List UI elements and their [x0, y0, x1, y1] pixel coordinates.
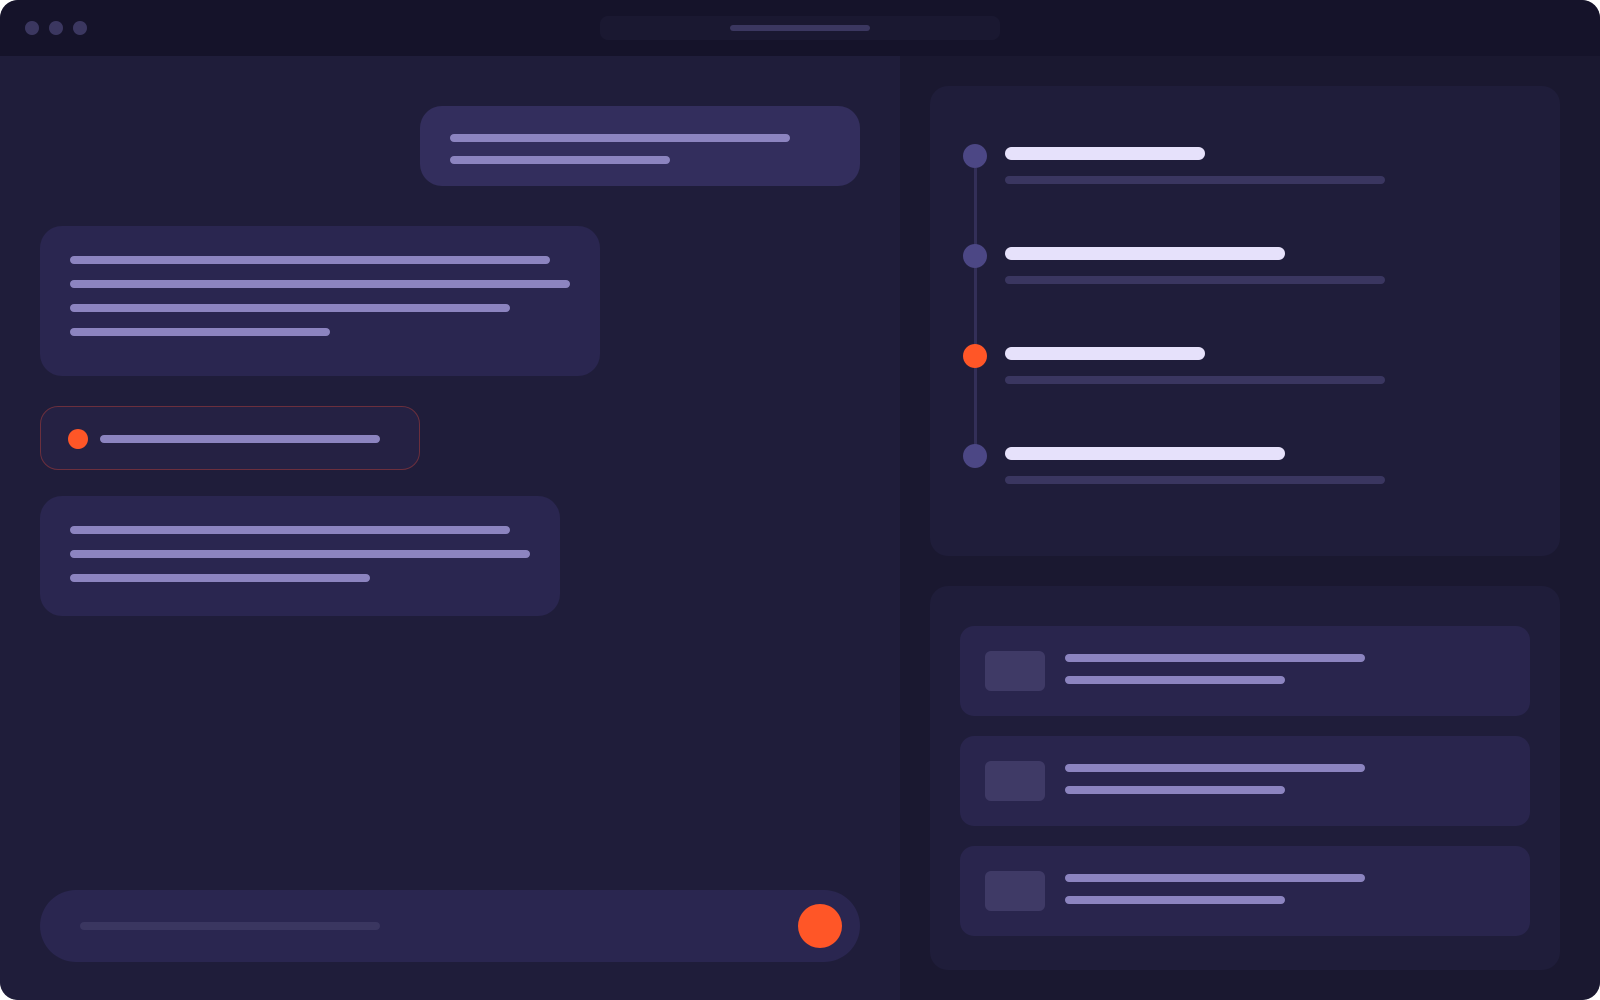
message-composer[interactable] — [40, 890, 860, 962]
file-thumbnail-icon — [985, 761, 1045, 801]
timeline-rail — [974, 168, 977, 458]
timeline-step-detail — [1005, 276, 1385, 284]
window-minimize-icon[interactable] — [49, 21, 63, 35]
send-button[interactable] — [798, 904, 842, 948]
timeline-step-done-icon — [963, 244, 987, 268]
status-indicator-icon — [68, 429, 88, 449]
timeline-step-title[interactable] — [1005, 147, 1205, 160]
timeline-step-active-icon — [963, 344, 987, 368]
timeline-step-title[interactable] — [1005, 447, 1285, 460]
user-message-bubble — [420, 106, 860, 186]
timeline-step-pending-icon — [963, 444, 987, 468]
message-text-line — [70, 550, 530, 558]
file-meta — [1065, 676, 1285, 684]
file-thumbnail-icon — [985, 651, 1045, 691]
title-bar — [0, 0, 1600, 56]
address-bar[interactable] — [600, 16, 1000, 40]
file-name — [1065, 654, 1365, 662]
timeline-step-title[interactable] — [1005, 247, 1285, 260]
message-text-line — [70, 574, 370, 582]
window-close-icon[interactable] — [25, 21, 39, 35]
timeline-step-detail — [1005, 476, 1385, 484]
file-list-item[interactable] — [960, 736, 1530, 826]
file-meta — [1065, 896, 1285, 904]
file-list-item[interactable] — [960, 846, 1530, 936]
message-text-line — [70, 526, 510, 534]
file-list-item[interactable] — [960, 626, 1530, 716]
window-maximize-icon[interactable] — [73, 21, 87, 35]
file-thumbnail-icon — [985, 871, 1045, 911]
app-window — [0, 0, 1600, 1000]
timeline-step-detail — [1005, 176, 1385, 184]
message-text-line — [70, 304, 510, 312]
file-meta — [1065, 786, 1285, 794]
message-text-line — [70, 256, 550, 264]
status-notice — [40, 406, 420, 470]
assistant-message-bubble — [40, 226, 600, 376]
timeline-step-done-icon — [963, 144, 987, 168]
assistant-message-bubble — [40, 496, 560, 616]
timeline-step-title[interactable] — [1005, 347, 1205, 360]
timeline-step-detail — [1005, 376, 1385, 384]
message-text-line — [70, 328, 330, 336]
file-name — [1065, 764, 1365, 772]
address-text — [730, 25, 870, 31]
status-text — [100, 435, 380, 443]
message-text-line — [70, 280, 570, 288]
composer-input[interactable] — [80, 922, 380, 930]
message-text-line — [450, 156, 670, 164]
file-name — [1065, 874, 1365, 882]
message-text-line — [450, 134, 790, 142]
